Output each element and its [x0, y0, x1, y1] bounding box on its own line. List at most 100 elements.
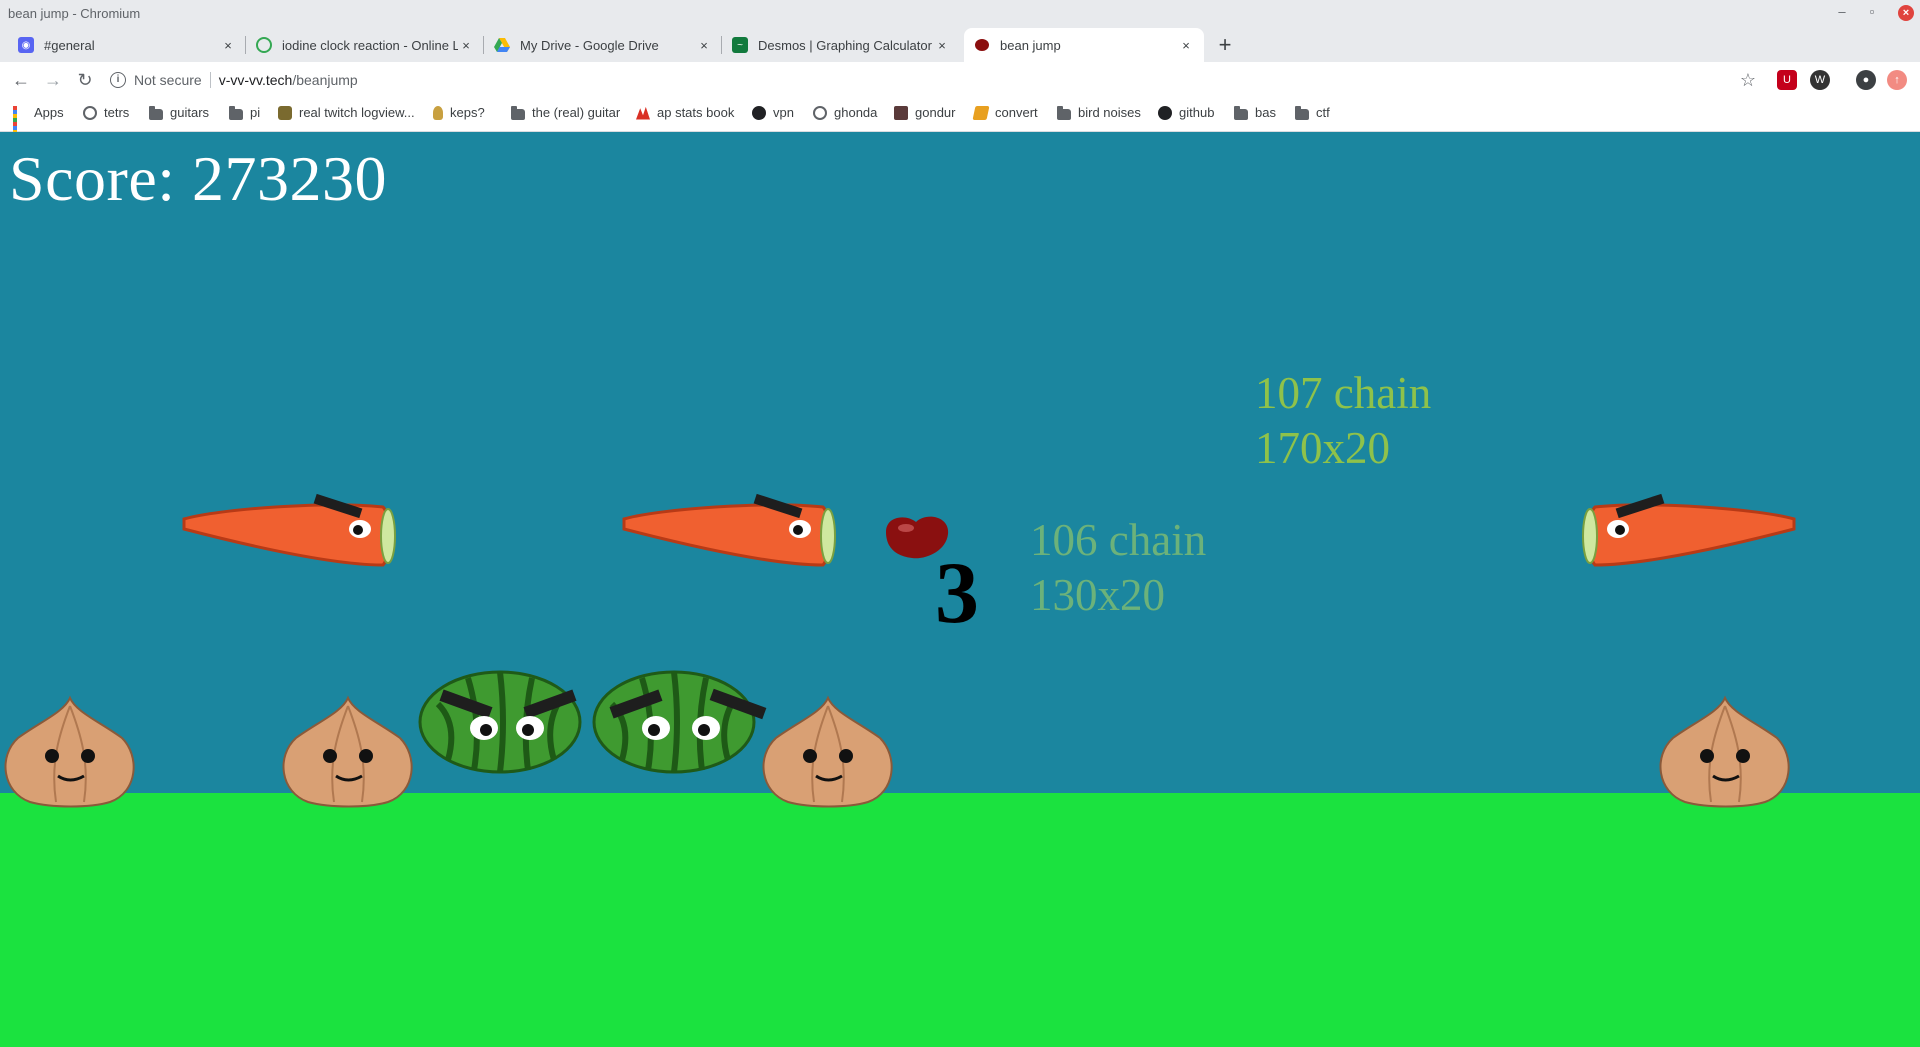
- watermelon-enemy: [592, 670, 767, 774]
- security-label[interactable]: Not secure: [134, 72, 202, 88]
- flask-icon: [256, 37, 272, 53]
- onion-enemy: [282, 695, 413, 808]
- ublock-icon[interactable]: U: [1777, 70, 1797, 90]
- bookmark-label: ctf: [1316, 105, 1330, 120]
- onion-enemy: [4, 695, 135, 808]
- desmos-icon: ~: [732, 37, 748, 53]
- bookmark-label: tetrs: [104, 105, 130, 120]
- folder-icon: [1295, 105, 1309, 120]
- folder-icon: [149, 105, 163, 120]
- convert-icon: [972, 105, 990, 120]
- bookmark-label: vpn: [773, 105, 794, 120]
- tab-bean-jump[interactable]: bean jump ×: [964, 28, 1204, 62]
- globe-icon: [83, 105, 97, 120]
- url-host: v-vv-vv.tech: [218, 72, 293, 88]
- tab-google-drive[interactable]: My Drive - Google Drive ×: [484, 28, 722, 62]
- bookmark-twitch-logviewer[interactable]: real twitch logview...: [278, 105, 415, 120]
- tab-close-icon[interactable]: ×: [458, 38, 474, 53]
- bookmark-ctf[interactable]: ctf: [1295, 105, 1330, 120]
- bookmark-pi[interactable]: pi: [229, 105, 260, 120]
- bookmark-ap-stats-book[interactable]: ap stats book: [636, 105, 734, 120]
- minimize-button[interactable]: –: [1832, 4, 1852, 19]
- tab-close-icon[interactable]: ×: [696, 38, 712, 53]
- tab-general[interactable]: ◉ #general ×: [8, 28, 246, 62]
- carrot-enemy: [622, 493, 836, 567]
- onion-enemy: [762, 695, 893, 808]
- chain-count: 107 chain: [1255, 368, 1432, 418]
- google-drive-icon: [494, 37, 510, 53]
- bookmark-label: ap stats book: [657, 105, 735, 120]
- browser-toolbar: ← → ↻ i Not secure v-vv-vv.tech/beanjump…: [0, 62, 1920, 98]
- bookmark-guitars[interactable]: guitars: [149, 105, 209, 120]
- update-icon[interactable]: ↑: [1887, 70, 1907, 90]
- bookmarks-bar: Apps tetrs guitars pi real twitch logvie…: [0, 98, 1920, 142]
- address-bar[interactable]: i Not secure v-vv-vv.tech/beanjump: [110, 66, 1750, 94]
- star-icon[interactable]: ☆: [1736, 68, 1760, 92]
- bookmark-label: ghonda: [834, 105, 878, 120]
- bookmark-keps[interactable]: keps?: [433, 105, 485, 120]
- bookmark-label: github: [1179, 105, 1215, 120]
- new-tab-button[interactable]: +: [1213, 32, 1237, 58]
- bookmark-ghonda[interactable]: ghonda: [813, 105, 877, 120]
- bookmark-bird-noises[interactable]: bird noises: [1057, 105, 1141, 120]
- tab-close-icon[interactable]: ×: [1178, 38, 1194, 53]
- folder-icon: [511, 105, 525, 120]
- discord-icon: ◉: [18, 37, 34, 53]
- forward-button[interactable]: →: [41, 68, 65, 92]
- github-icon: [752, 105, 766, 120]
- tab-label: #general: [44, 37, 95, 53]
- bookmark-bas[interactable]: bas: [1234, 105, 1276, 120]
- bookmark-label: keps?: [450, 105, 485, 120]
- bookmark-label: bas: [1255, 105, 1276, 120]
- w-extension-icon[interactable]: W: [1810, 70, 1830, 90]
- tab-close-icon[interactable]: ×: [934, 38, 950, 53]
- tab-label: Desmos | Graphing Calculator: [758, 37, 932, 53]
- bookmark-github[interactable]: github: [1158, 105, 1214, 120]
- bookmark-real-guitar[interactable]: the (real) guitar: [511, 105, 620, 120]
- apps-grid-icon: [13, 105, 27, 142]
- tab-label: My Drive - Google Drive: [520, 37, 659, 53]
- tab-label: iodine clock reaction - Online L: [282, 37, 458, 53]
- bookmark-label: the (real) guitar: [532, 105, 621, 120]
- globe-icon: [813, 105, 827, 120]
- info-icon[interactable]: i: [110, 72, 126, 88]
- stats-book-icon: [636, 106, 650, 120]
- tab-desmos[interactable]: ~ Desmos | Graphing Calculator ×: [722, 28, 960, 62]
- url-path: /beanjump: [292, 72, 358, 88]
- reload-button[interactable]: ↻: [73, 68, 97, 92]
- window-title: bean jump - Chromium: [8, 6, 141, 21]
- restore-button[interactable]: ▫: [1862, 4, 1882, 19]
- bookmark-gondur[interactable]: gondur: [894, 105, 955, 120]
- chain-count: 106 chain: [1030, 515, 1207, 565]
- bookmark-label: real twitch logview...: [299, 105, 415, 120]
- bookmark-label: gondur: [915, 105, 956, 120]
- back-button[interactable]: ←: [9, 68, 33, 92]
- carrot-enemy: [182, 493, 396, 567]
- chain-popup-106: 106 chain 130x20: [1030, 513, 1206, 623]
- tab-close-icon[interactable]: ×: [220, 38, 236, 53]
- onion-enemy: [1659, 695, 1790, 808]
- bookmark-convert[interactable]: convert: [972, 105, 1038, 120]
- chain-multiplier: 170x20: [1255, 423, 1390, 473]
- carrot-enemy: [1582, 493, 1796, 567]
- bookmark-label: guitars: [170, 105, 210, 120]
- bookmark-label: Apps: [34, 105, 64, 120]
- tab-iodine[interactable]: iodine clock reaction - Online L ×: [246, 28, 484, 62]
- chain-multiplier: 130x20: [1030, 570, 1165, 620]
- twitch-log-icon: [278, 105, 292, 120]
- bookmark-vpn[interactable]: vpn: [752, 105, 794, 120]
- bookmark-apps[interactable]: Apps: [13, 105, 64, 142]
- bookmark-tetrs[interactable]: tetrs: [83, 105, 129, 120]
- bookmark-label: bird noises: [1078, 105, 1141, 120]
- folder-icon: [229, 105, 243, 120]
- tab-strip: ◉ #general × iodine clock reaction - Onl…: [0, 28, 1920, 62]
- github-icon: [1158, 105, 1172, 120]
- bean-player: [886, 516, 949, 559]
- profile-avatar-icon[interactable]: ●: [1856, 70, 1876, 90]
- chain-popup-107: 107 chain 170x20: [1255, 366, 1431, 476]
- tab-label: bean jump: [1000, 37, 1061, 53]
- bookmark-label: convert: [995, 105, 1038, 120]
- close-window-button[interactable]: ×: [1898, 5, 1914, 21]
- bookmark-label: pi: [250, 105, 261, 120]
- bean-icon: [974, 37, 990, 53]
